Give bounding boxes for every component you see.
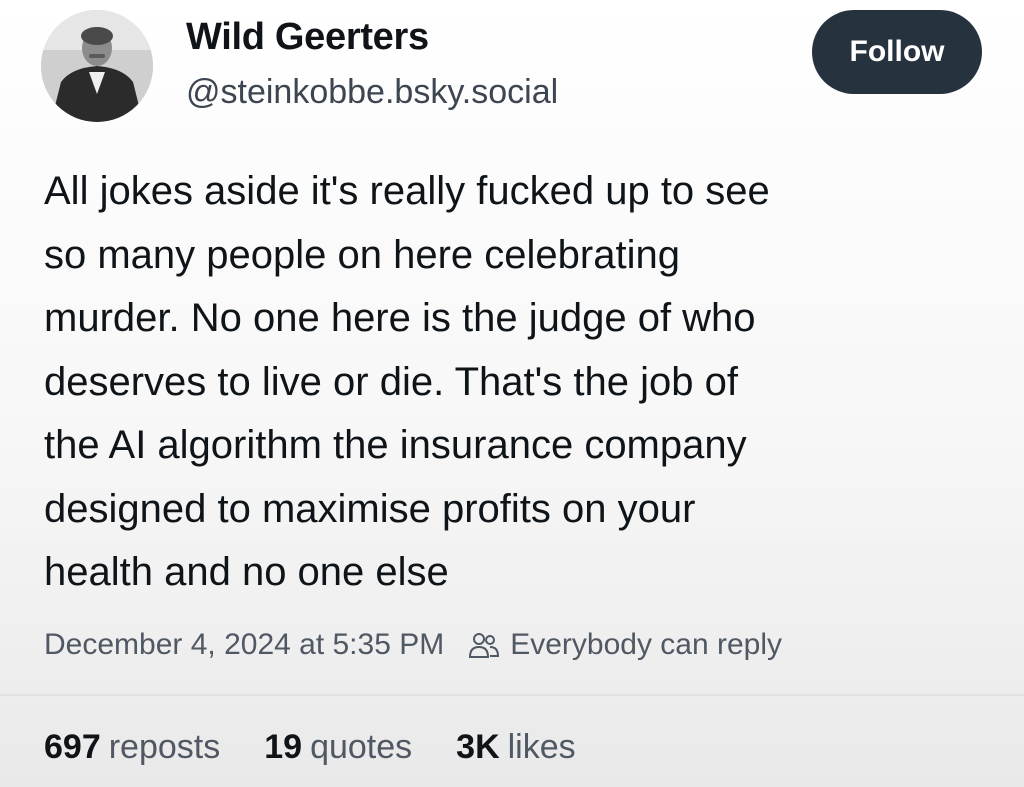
likes-label: likes <box>507 728 576 766</box>
quotes-stat[interactable]: 19 quotes <box>264 728 412 767</box>
reposts-stat[interactable]: 697 reposts <box>44 728 220 767</box>
post-meta: December 4, 2024 at 5:35 PM Everybody ca… <box>44 624 782 666</box>
engagement-stats: 697 reposts 19 quotes 3K likes <box>44 728 620 767</box>
likes-count: 3K <box>456 728 500 766</box>
people-icon <box>469 633 500 658</box>
quotes-label: quotes <box>310 728 413 766</box>
post-card: Wild Geerters @steinkobbe.bsky.social Fo… <box>0 0 1024 787</box>
reposts-label: reposts <box>108 728 221 766</box>
likes-stat[interactable]: 3K likes <box>456 728 576 767</box>
divider <box>0 694 1024 696</box>
follow-button[interactable]: Follow <box>812 10 982 94</box>
author-handle[interactable]: @steinkobbe.bsky.social <box>186 73 558 112</box>
portrait-image <box>41 10 153 122</box>
post-timestamp[interactable]: December 4, 2024 at 5:35 PM <box>44 628 444 662</box>
post-text: All jokes aside it's really fucked up to… <box>44 169 770 594</box>
reply-setting: Everybody can reply <box>510 628 783 661</box>
reposts-count: 697 <box>44 728 101 766</box>
author-avatar[interactable] <box>41 10 153 122</box>
quotes-count: 19 <box>264 728 303 766</box>
author-display-name[interactable]: Wild Geerters <box>186 16 429 59</box>
